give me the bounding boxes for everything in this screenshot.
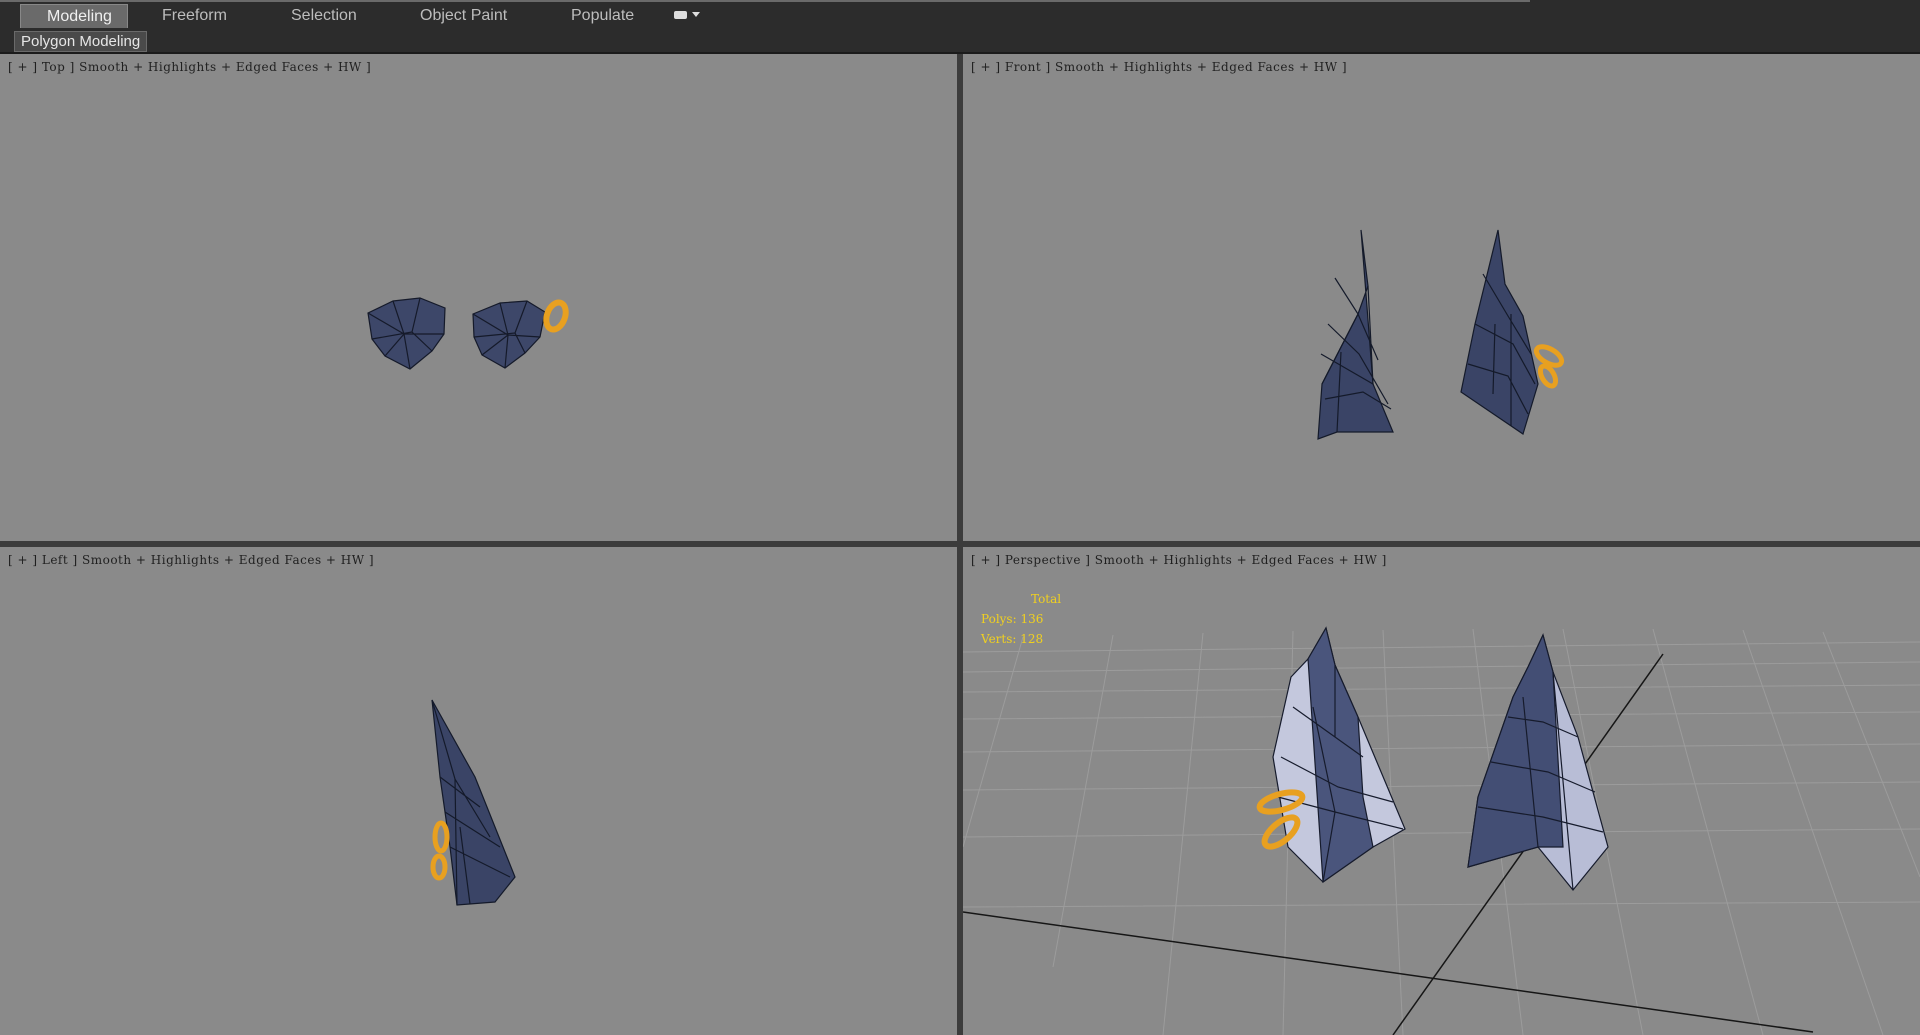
viewport-front-scene [1317, 229, 1565, 440]
viewport-perspective[interactable]: [ + ] Perspective ] Smooth + Highlights … [963, 547, 1920, 1035]
viewport-perspective-scene [963, 626, 1920, 1035]
tab-modeling[interactable]: Modeling [20, 4, 128, 28]
earring-ring [543, 299, 569, 333]
viewport-top[interactable]: [ + ] Top ] Smooth + Highlights + Edged … [0, 54, 957, 541]
tab-populate[interactable]: Populate [571, 4, 634, 28]
tab-freeform[interactable]: Freeform [162, 4, 227, 28]
ribbon-top-line [0, 0, 1530, 2]
viewport-left[interactable]: [ + ] Left ] Smooth + Highlights + Edged… [0, 547, 957, 1035]
ribbon-display-icon [674, 11, 687, 19]
tab-object-paint[interactable]: Object Paint [420, 4, 507, 28]
horn-mesh-left [367, 297, 446, 370]
viewport-left-scene [430, 699, 516, 906]
horn-mesh-right [472, 300, 546, 369]
grid-axis-lines [963, 653, 1814, 1035]
ribbon-panel-bar: Polygon Modeling [0, 30, 1920, 54]
tab-selection[interactable]: Selection [291, 4, 357, 28]
ribbon-options-dropdown[interactable] [672, 9, 704, 23]
horn-mesh-left [1317, 229, 1394, 440]
viewport-top-scene [367, 297, 569, 370]
ribbon-tab-bar: Modeling Freeform Selection Object Paint… [0, 0, 1920, 31]
earring-ring [430, 820, 450, 881]
polygon-modeling-panel[interactable]: Polygon Modeling [14, 31, 148, 52]
viewport-divider-horizontal[interactable] [0, 541, 1920, 547]
chevron-down-icon [692, 12, 700, 17]
perspective-grid [963, 628, 1920, 1035]
horn-mesh-right [1460, 229, 1539, 435]
viewport-front[interactable]: [ + ] Front ] Smooth + Highlights + Edge… [963, 54, 1920, 541]
